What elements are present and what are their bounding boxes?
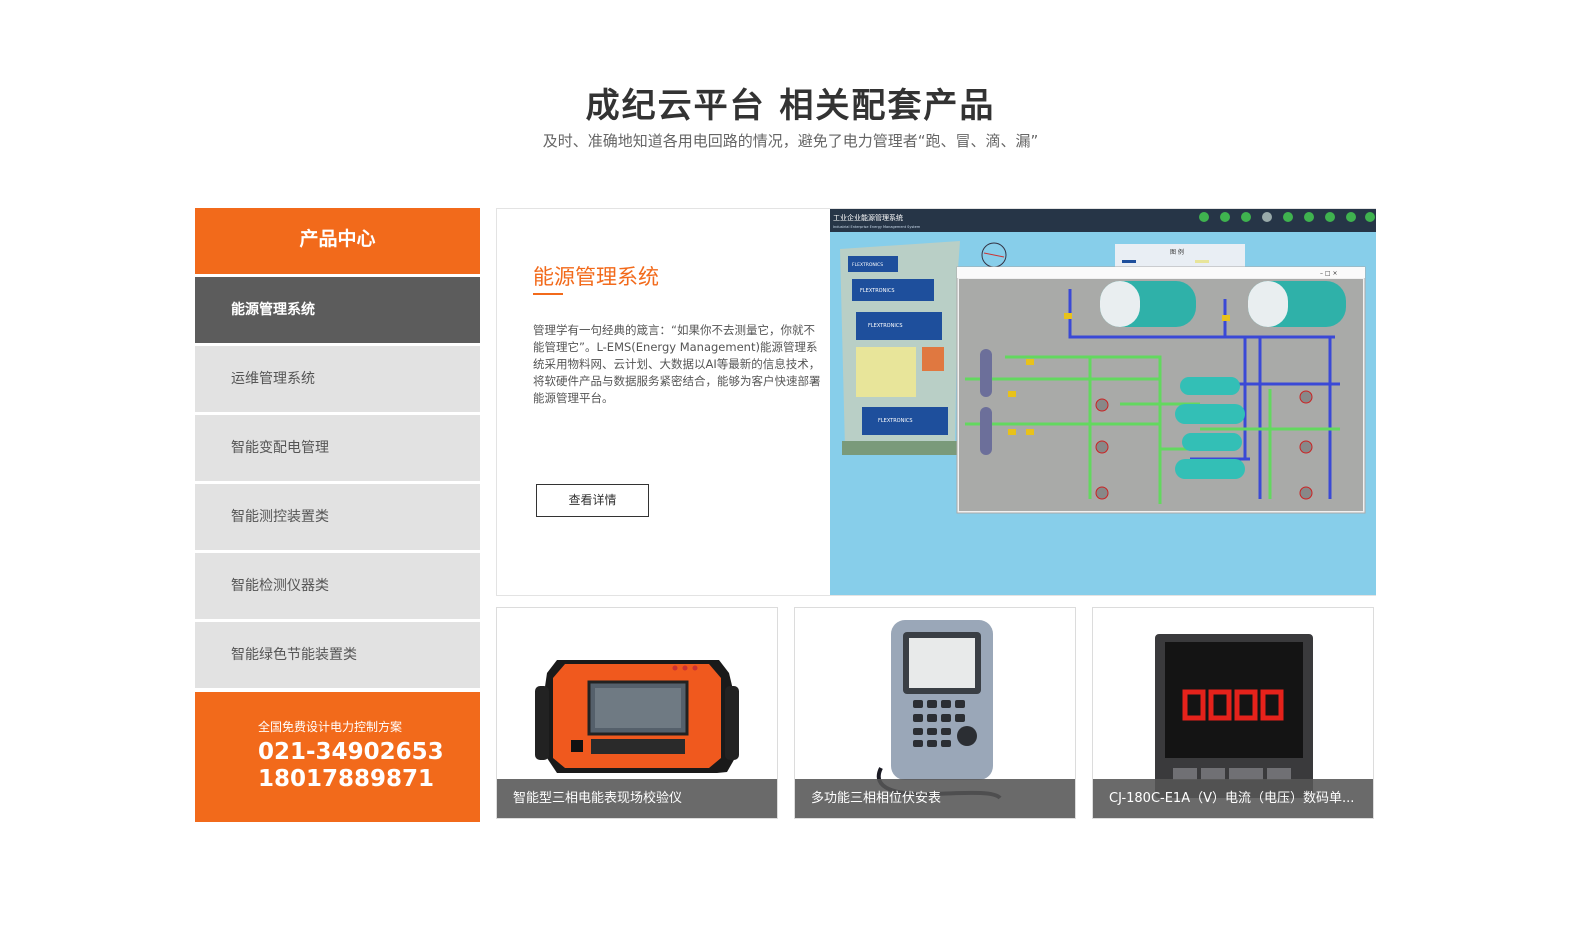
building-b15: FLEXTRONICS	[856, 312, 942, 340]
sidebar-item-operations-management[interactable]: 运维管理系统	[195, 346, 480, 412]
section-title: 成纪云平台 相关配套产品	[585, 86, 996, 126]
product-sidebar: 产品中心 能源管理系统 运维管理系统 智能变配电管理 智能测控装置类 智能检测仪…	[195, 208, 480, 822]
sidebar-item-measurement-control[interactable]: 智能测控装置类	[195, 484, 480, 550]
product-name: 智能型三相电能表现场校验仪	[497, 779, 777, 818]
featured-product-card: 能源管理系统 管理学有一句经典的箴言：“如果你不去测量它，你就不能管理它”。L-…	[496, 208, 1376, 596]
legend-title: 图 例	[1170, 248, 1184, 256]
svg-text:FLEXTRONICS: FLEXTRONICS	[860, 288, 895, 294]
contact-phone-mobile: 18017889871	[258, 766, 435, 792]
svg-text:FLEXTRONICS: FLEXTRONICS	[878, 418, 913, 424]
building-b9: FLEXTRONICS	[852, 279, 934, 301]
contact-phone-landline: 021-34902653	[258, 739, 444, 765]
svg-text:FLEXTRONICS: FLEXTRONICS	[868, 323, 903, 329]
app-subtitle: Industrial Enterprise Energy Management …	[833, 225, 921, 229]
app-title: 工业企业能源管理系统	[833, 213, 903, 222]
product-card-calibrator[interactable]: 智能型三相电能表现场校验仪	[496, 607, 778, 819]
sidebar-item-detection-instruments[interactable]: 智能检测仪器类	[195, 553, 480, 619]
building-b11: FLEXTRONICS	[862, 407, 948, 435]
title-underline	[533, 293, 563, 295]
svg-text:FLEXTRONICS: FLEXTRONICS	[852, 262, 883, 268]
svg-text:– □ ×: – □ ×	[1320, 270, 1338, 277]
product-card-digital-meter[interactable]: CJ-180C-E1A（V）电流（电压）数码单...	[1092, 607, 1374, 819]
sidebar-item-smart-distribution[interactable]: 智能变配电管理	[195, 415, 480, 481]
product-name: 多功能三相相位伏安表	[795, 779, 1075, 818]
sidebar-title: 产品中心	[195, 208, 480, 274]
contact-label: 全国免费设计电力控制方案	[258, 720, 403, 734]
sidebar-item-energy-management[interactable]: 能源管理系统	[195, 277, 480, 343]
view-details-button[interactable]: 查看详情	[536, 484, 649, 517]
section-subtitle: 及时、准确地知道各用电回路的情况，避免了电力管理者“跑、冒、滴、漏”	[542, 132, 1039, 150]
product-name: CJ-180C-E1A（V）电流（电压）数码单...	[1093, 779, 1373, 818]
energy-system-screenshot: 工业企业能源管理系统 Industrial Enterprise Energy …	[830, 209, 1376, 595]
building-b14: FLEXTRONICS	[848, 256, 898, 272]
toolbar-icons	[1199, 212, 1375, 222]
feature-title: 能源管理系统	[533, 265, 659, 289]
sidebar-item-green-energy-saving[interactable]: 智能绿色节能装置类	[195, 622, 480, 688]
feature-description: 管理学有一句经典的箴言：“如果你不去测量它，你就不能管理它”。L-EMS(Ene…	[533, 323, 821, 405]
product-card-phase-meter[interactable]: 多功能三相相位伏安表	[794, 607, 1076, 819]
contact-box: 全国免费设计电力控制方案 021-34902653 18017889871	[195, 692, 480, 822]
